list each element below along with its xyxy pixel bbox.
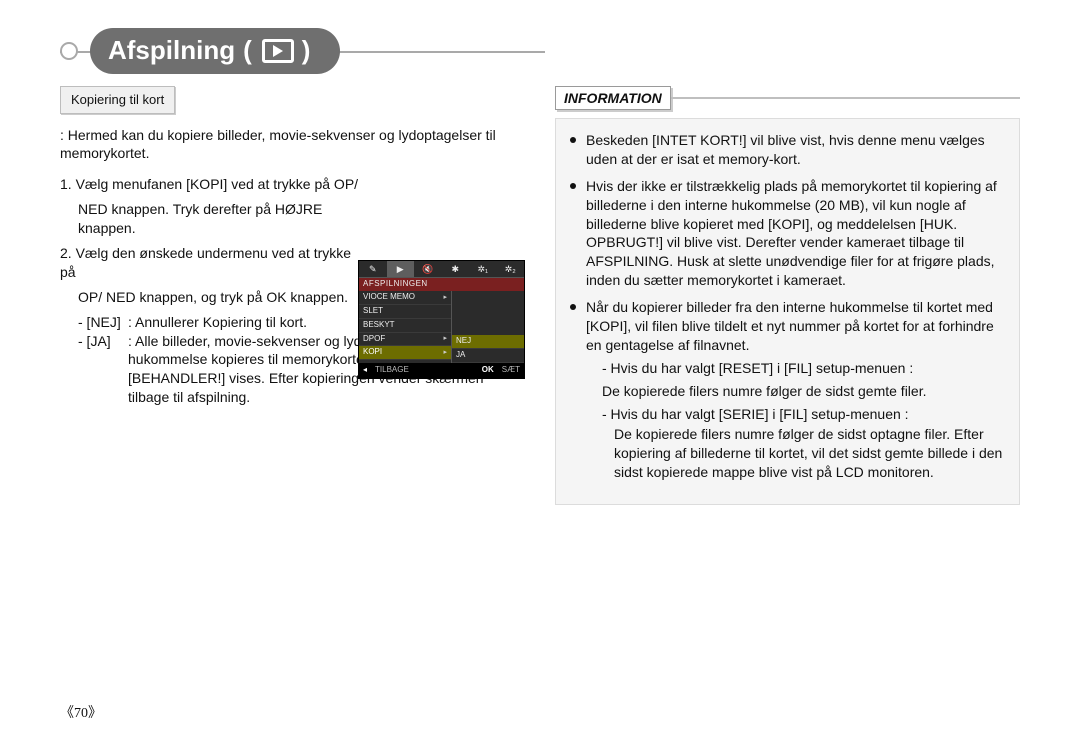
- info-header: INFORMATION: [555, 86, 1020, 110]
- lcd-icon-3: ✱: [442, 261, 470, 277]
- left-column: Kopiering til kort : Hermed kan du kopie…: [60, 86, 525, 686]
- lcd-footer-back: TILBAGE: [371, 363, 413, 378]
- info-bullet-2: Når du kopierer billeder fra den interne…: [570, 298, 1005, 482]
- lcd-topicons: ✎ ▶ 🔇 ✱ ✲₁ ✲₂: [359, 261, 524, 278]
- right-column: INFORMATION Beskeden [INTET KORT!] vil b…: [555, 86, 1020, 686]
- lcd-item-kopi: KOPI ▸: [359, 346, 451, 360]
- lcd-item-dpof: DPOF ▸: [359, 333, 451, 347]
- option-ja-label: - [JA]: [78, 332, 128, 408]
- chevron-right-icon: ▸: [443, 348, 447, 357]
- play-box-icon: [262, 39, 294, 63]
- title-paren-close: ): [302, 33, 311, 68]
- lcd-item-dpof-label: DPOF: [363, 334, 385, 345]
- title-chain: Afspilning ( ): [60, 28, 545, 74]
- title-paren-open: (: [243, 33, 252, 68]
- step-1-line-a: 1. Vælg menufanen [KOPI] ved at trykke p…: [60, 175, 360, 194]
- chevron-right-icon: ▸: [443, 293, 447, 302]
- title-play-group: ( ): [235, 33, 310, 68]
- page-number: 《70》: [60, 705, 102, 724]
- chevron-right-icon: ▸: [443, 334, 447, 343]
- lcd-side-column: NEJ JA: [451, 291, 524, 363]
- section-intro: : Hermed kan du kopiere billeder, movie-…: [60, 126, 525, 164]
- info-sub-1-text: De kopierede filers numre følger de sids…: [586, 382, 1005, 401]
- step-2-line-b: OP/ NED knappen, og tryk på OK knappen.: [60, 288, 378, 307]
- lcd-icon-1: ▶: [387, 261, 415, 277]
- option-nej-label: - [NEJ]: [78, 313, 128, 332]
- step-2-line-a: 2. Vælg den ønskede undermenu ved at try…: [60, 244, 360, 282]
- page-title-text: Afspilning: [108, 33, 235, 68]
- lcd-side-nej: NEJ: [452, 335, 524, 349]
- lcd-item-beskyt: BESKYT: [359, 319, 451, 333]
- info-box: Beskeden [INTET KORT!] vil blive vist, h…: [555, 118, 1020, 505]
- info-sub-2-label: - Hvis du har valgt [SERIE] i [FIL] setu…: [586, 405, 1005, 424]
- lcd-item-slet: SLET: [359, 305, 451, 319]
- lcd-side-ja: JA: [452, 349, 524, 363]
- step-1-line-b: NED knappen. Tryk derefter på HØJRE knap…: [60, 200, 378, 238]
- lcd-icon-0: ✎: [359, 261, 387, 277]
- info-header-line: [671, 97, 1020, 99]
- info-sub-1-label: - Hvis du har valgt [RESET] i [FIL] setu…: [586, 359, 1005, 378]
- lcd-item-slet-label: SLET: [363, 306, 383, 317]
- lcd-menu-title: AFSPILNINGEN: [359, 278, 524, 291]
- lcd-footer-set: SÆT: [498, 363, 524, 378]
- lcd-item-beskyt-label: BESKYT: [363, 320, 395, 331]
- section-tag-kopiering: Kopiering til kort: [60, 86, 175, 114]
- lcd-icon-4: ✲₁: [469, 261, 497, 277]
- camera-lcd: ✎ ▶ 🔇 ✱ ✲₁ ✲₂ AFSPILNINGEN VIOCE MEMO ▸: [358, 260, 525, 378]
- page-title-pill: Afspilning ( ): [90, 28, 340, 74]
- lcd-item-kopi-label: KOPI: [363, 347, 382, 358]
- info-bullet-0: Beskeden [INTET KORT!] vil blive vist, h…: [570, 131, 1005, 169]
- info-bullet-2-text: Når du kopierer billeder fra den interne…: [586, 299, 994, 353]
- lcd-item-voice-memo-label: VIOCE MEMO: [363, 292, 415, 303]
- info-bullet-1: Hvis der ikke er tilstrækkelig plads på …: [570, 177, 1005, 290]
- info-header-label: INFORMATION: [555, 86, 671, 111]
- lcd-item-voice-memo: VIOCE MEMO ▸: [359, 291, 451, 305]
- lcd-icon-2: 🔇: [414, 261, 442, 277]
- lcd-icon-5: ✲₂: [497, 261, 525, 277]
- lcd-footer: ◂ TILBAGE OK SÆT: [359, 363, 524, 378]
- arrow-left-icon: ◂: [359, 363, 371, 378]
- info-sub-2-text: De kopierede filers numre følger de sids…: [586, 425, 1005, 482]
- title-chain-dot: [60, 42, 78, 60]
- lcd-footer-ok: OK: [478, 363, 498, 378]
- steps-block: 1. Vælg menufanen [KOPI] ved at trykke p…: [60, 175, 525, 407]
